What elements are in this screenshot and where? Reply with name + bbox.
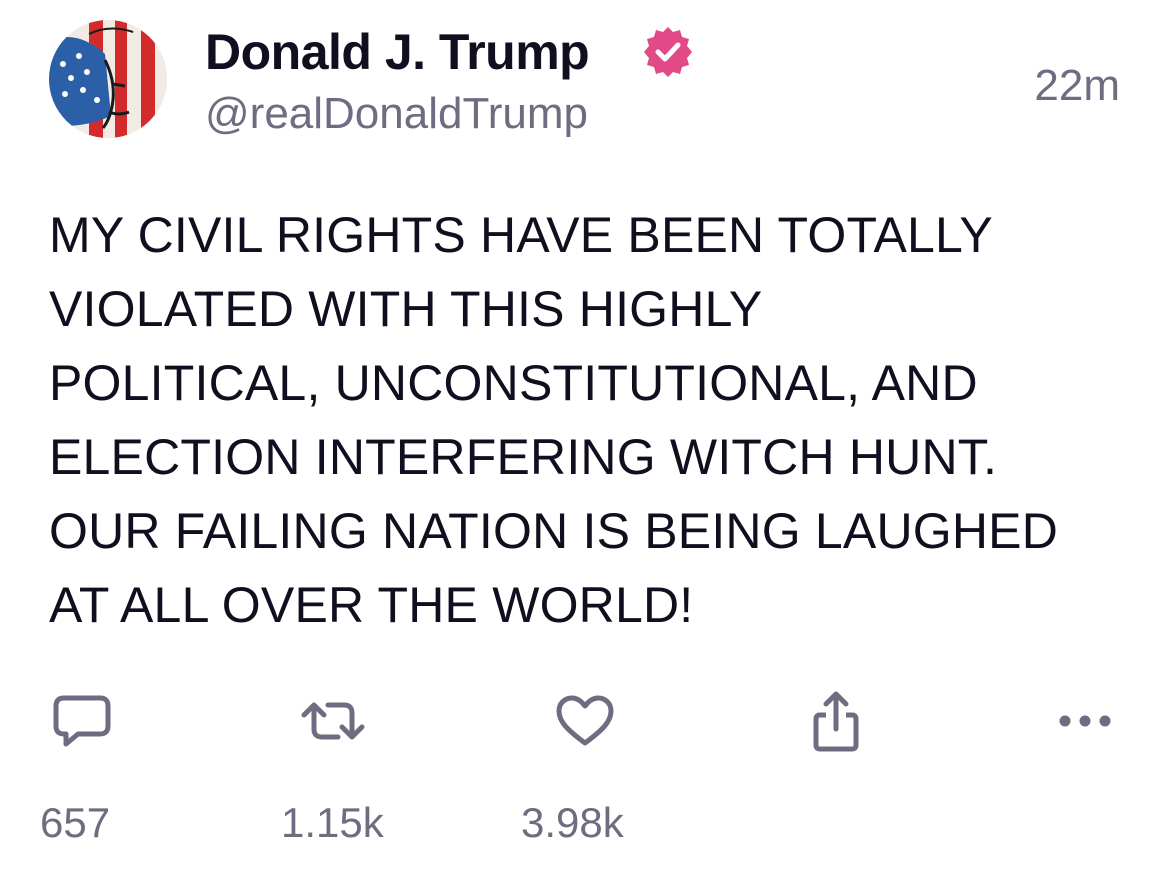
retruth-arrows-icon — [301, 702, 365, 740]
reply-count: 657 — [40, 799, 111, 846]
author-avatar[interactable] — [49, 20, 167, 138]
post-body-line: MY CIVIL RIGHTS HAVE BEEN TOTALLY — [49, 207, 993, 263]
post-body-line: POLITICAL, UNCONSTITUTIONAL, AND — [49, 355, 978, 411]
retruth-count: 1.15k — [281, 799, 384, 846]
author-display-name[interactable]: Donald J. Trump — [205, 27, 590, 77]
like-button[interactable] — [550, 686, 620, 756]
post-body-line: OUR FAILING NATION IS BEING LAUGHED — [49, 503, 1059, 559]
reply-button[interactable] — [47, 686, 117, 756]
post-body-line: AT ALL OVER THE WORLD! — [49, 577, 694, 633]
share-button[interactable] — [801, 686, 871, 756]
like-count: 3.98k — [521, 799, 624, 846]
share-icon — [813, 691, 859, 752]
more-dots-icon — [1059, 715, 1111, 727]
verified-badge-icon — [644, 27, 692, 77]
heart-icon — [556, 695, 614, 746]
post-card: Donald J. Trump @realDonaldTrump 22m MY … — [0, 0, 1170, 886]
reply-bubble-icon — [53, 695, 111, 747]
post-body: MY CIVIL RIGHTS HAVE BEEN TOTALLY VIOLAT… — [49, 198, 1139, 642]
post-body-line: VIOLATED WITH THIS HIGHLY — [49, 281, 763, 337]
more-options-button[interactable] — [1050, 686, 1120, 756]
post-body-line: ELECTION INTERFERING WITCH HUNT. — [49, 429, 998, 485]
flag-portrait-avatar-image — [49, 20, 167, 138]
post-timestamp[interactable]: 22m — [1034, 64, 1120, 108]
author-handle[interactable]: @realDonaldTrump — [205, 92, 588, 136]
retruth-button[interactable] — [298, 686, 368, 756]
